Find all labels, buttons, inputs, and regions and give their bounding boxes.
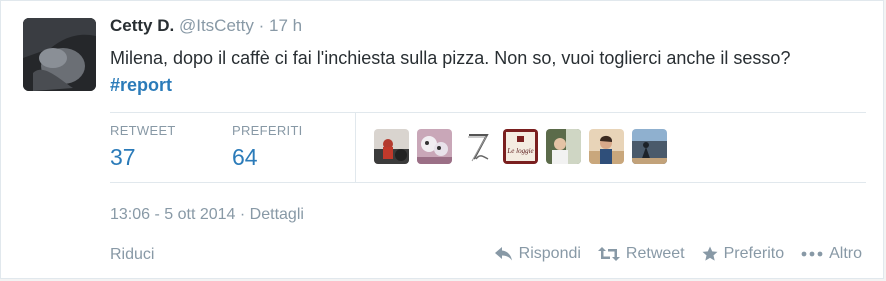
author-fullname[interactable]: Cetty D. bbox=[110, 16, 174, 35]
tweet-text-body: Milena, dopo il caffè ci fai l'inchiesta… bbox=[110, 48, 791, 68]
header-separator: · bbox=[258, 16, 265, 35]
favoriter-avatar[interactable] bbox=[417, 129, 452, 164]
hashtag-link[interactable]: #report bbox=[110, 75, 172, 95]
stats-separator bbox=[355, 113, 356, 182]
more-button[interactable]: Altro bbox=[801, 245, 862, 263]
favoriter-logo-text: Le loggie bbox=[506, 147, 533, 155]
reply-icon bbox=[494, 247, 512, 261]
divider-top bbox=[110, 112, 866, 113]
reply-button[interactable]: Rispondi bbox=[494, 245, 581, 263]
favorite-stat[interactable]: PREFERITI 64 bbox=[232, 123, 303, 171]
favoriter-avatar[interactable] bbox=[374, 129, 409, 164]
tweet-header: Cetty D. @ItsCetty · 17 h bbox=[110, 16, 302, 36]
reply-label: Rispondi bbox=[518, 245, 581, 262]
tweet-timestamp: 13:06 - 5 ott 2014 bbox=[110, 206, 236, 223]
retweet-stat-label: RETWEET bbox=[110, 123, 176, 138]
tweet-card: Cetty D. @ItsCetty · 17 h Milena, dopo i… bbox=[0, 0, 884, 279]
favoriter-avatar[interactable] bbox=[546, 129, 581, 164]
tweet-text: Milena, dopo il caffè ci fai l'inchiesta… bbox=[110, 45, 850, 99]
more-dots-icon bbox=[801, 251, 823, 257]
retweet-button[interactable]: Retweet bbox=[597, 245, 685, 263]
details-link[interactable]: Dettagli bbox=[250, 206, 304, 223]
hashtag-text: report bbox=[120, 75, 173, 95]
retweet-label: Retweet bbox=[625, 245, 685, 262]
divider-bottom bbox=[110, 182, 866, 183]
tweet-timestamp-row: 13:06 - 5 ott 2014 · Dettagli bbox=[110, 206, 304, 224]
favorite-button[interactable]: Preferito bbox=[702, 245, 784, 263]
favoriter-avatar[interactable] bbox=[589, 129, 624, 164]
favoriter-avatars: Le loggie bbox=[374, 129, 667, 164]
retweet-stat[interactable]: RETWEET 37 bbox=[110, 123, 176, 171]
star-icon bbox=[702, 246, 718, 261]
more-label: Altro bbox=[829, 245, 862, 262]
hashtag-symbol: # bbox=[110, 75, 121, 95]
timestamp-separator: · bbox=[239, 206, 246, 223]
tweet-time[interactable]: 17 h bbox=[269, 16, 302, 35]
favoriter-avatar[interactable]: Le loggie bbox=[503, 129, 538, 164]
tweet-actions: Rispondi Retweet Preferito Altro bbox=[478, 245, 862, 263]
favorite-label: Preferito bbox=[723, 245, 785, 262]
favorite-stat-count: 64 bbox=[232, 144, 258, 170]
author-username[interactable]: @ItsCetty bbox=[179, 16, 254, 35]
author-avatar[interactable] bbox=[23, 18, 96, 91]
favoriter-avatar[interactable] bbox=[460, 129, 495, 164]
retweet-stat-count: 37 bbox=[110, 144, 136, 170]
collapse-link[interactable]: Riduci bbox=[110, 246, 154, 264]
favorite-stat-label: PREFERITI bbox=[232, 123, 303, 138]
retweet-icon bbox=[597, 247, 620, 261]
favoriter-avatar[interactable] bbox=[632, 129, 667, 164]
author-avatar-image bbox=[23, 18, 96, 91]
